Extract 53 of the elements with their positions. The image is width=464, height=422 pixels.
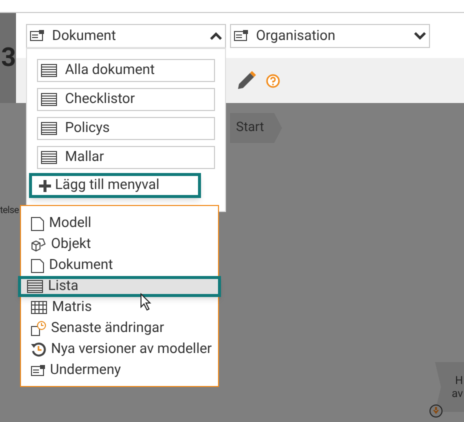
menu-item[interactable]: Alla dokument [37, 59, 215, 82]
submenu-item-label: Undermeny [50, 361, 121, 380]
select-icon [30, 30, 44, 42]
select-icon [234, 30, 248, 42]
list-icon [41, 151, 57, 164]
submenu-item[interactable]: Objekt [21, 234, 218, 255]
menu-item[interactable]: Mallar [37, 146, 215, 169]
submenu-item-label: Dokument [49, 256, 113, 275]
submenu-item-label: Lista [48, 277, 78, 296]
select-label: Organisation [256, 26, 336, 46]
submenu-item-label: Modell [49, 214, 92, 233]
canvas-text: telse [0, 204, 19, 218]
select-field[interactable]: Dokument [26, 24, 226, 48]
submenu-item[interactable]: Nya versioner av modeller [21, 339, 218, 360]
cubes-icon [31, 238, 46, 252]
submenu-item[interactable]: Undermeny [21, 360, 218, 381]
submenu-item[interactable]: Modell [21, 213, 218, 234]
list-icon [27, 280, 43, 293]
submenu-item[interactable]: Senaste ändringar [21, 318, 218, 339]
page-icon [31, 258, 44, 272]
page-icon [31, 216, 44, 230]
submenu-item-label: Nya versioner av modeller [51, 340, 212, 359]
menu-item-label: Alla dokument [65, 61, 155, 80]
pencil-icon [236, 70, 256, 90]
plus-icon [39, 180, 51, 192]
grid-icon [31, 301, 47, 314]
mouse-cursor-icon [140, 293, 152, 311]
chevron-up-icon [210, 32, 222, 40]
chevron-down-icon [414, 32, 426, 40]
select-field[interactable]: Organisation [230, 24, 430, 48]
menu-item[interactable]: Checklistor [37, 88, 215, 111]
history-icon [31, 342, 46, 357]
submenu-item[interactable]: Dokument [21, 255, 218, 276]
list-icon [41, 64, 57, 77]
submenu-item-label: Objekt [51, 235, 91, 254]
help-icon [266, 74, 280, 88]
start-node: Start [230, 113, 282, 143]
menu-item-label: Checklistor [65, 90, 135, 109]
menu-item-label: Mallar [65, 148, 104, 167]
select-label: Dokument [52, 26, 117, 46]
add-menu-item-button[interactable]: Lägg till menyval [29, 173, 201, 198]
list-icon [41, 93, 57, 106]
submenu-item-label: Matris [52, 298, 92, 317]
list-icon [41, 122, 57, 135]
submenu-icon [31, 364, 45, 376]
calendar-clock-icon [31, 321, 46, 336]
submenu-item[interactable]: Lista [18, 276, 221, 297]
menu-item[interactable]: Policys [37, 117, 215, 140]
submenu-item[interactable]: Matris [21, 297, 218, 318]
process-node: H av [435, 362, 464, 412]
page-number: 3 [1, 45, 16, 71]
menu-item-label: Policys [65, 119, 110, 138]
submenu-item-label: Senaste ändringar [51, 319, 164, 338]
